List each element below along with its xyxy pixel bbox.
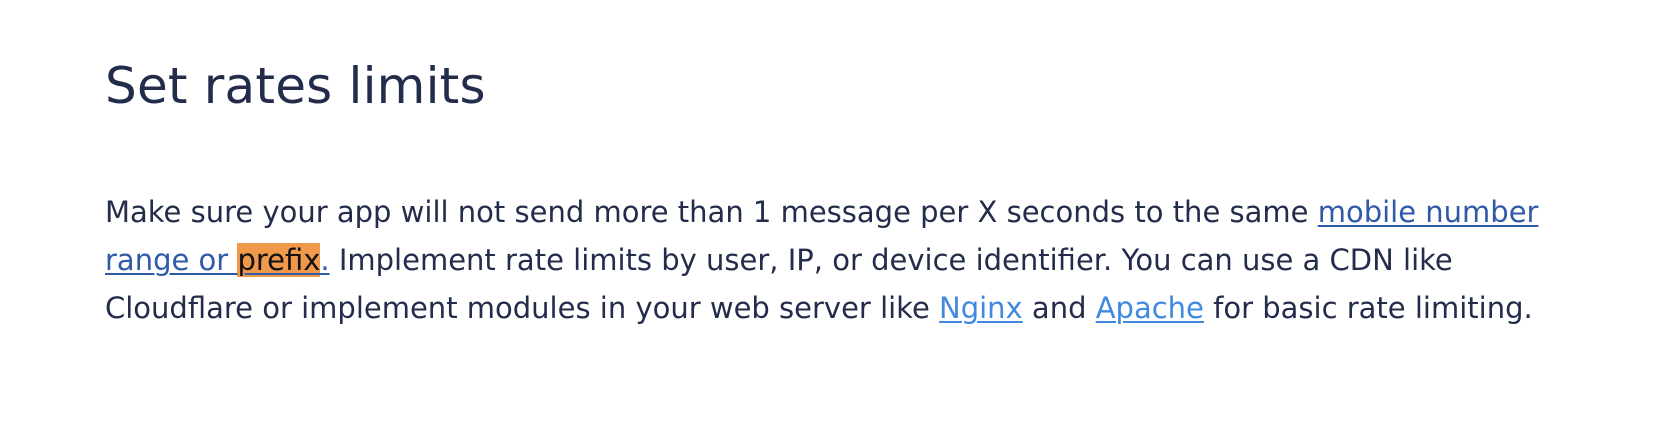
search-highlight: prefix — [237, 243, 321, 277]
article-container: Set rates limits Make sure your app will… — [0, 0, 1656, 434]
apache-link[interactable]: Apache — [1096, 291, 1204, 325]
paragraph-text-4: for basic rate limiting. — [1203, 291, 1533, 325]
paragraph-text-1: Make sure your app will not send more th… — [105, 195, 1318, 229]
paragraph-text-3: and — [1022, 291, 1096, 325]
link-text-part-b: . — [320, 243, 330, 277]
article-paragraph: Make sure your app will not send more th… — [105, 188, 1555, 332]
page-title: Set rates limits — [105, 57, 486, 115]
nginx-link[interactable]: Nginx — [939, 291, 1023, 325]
